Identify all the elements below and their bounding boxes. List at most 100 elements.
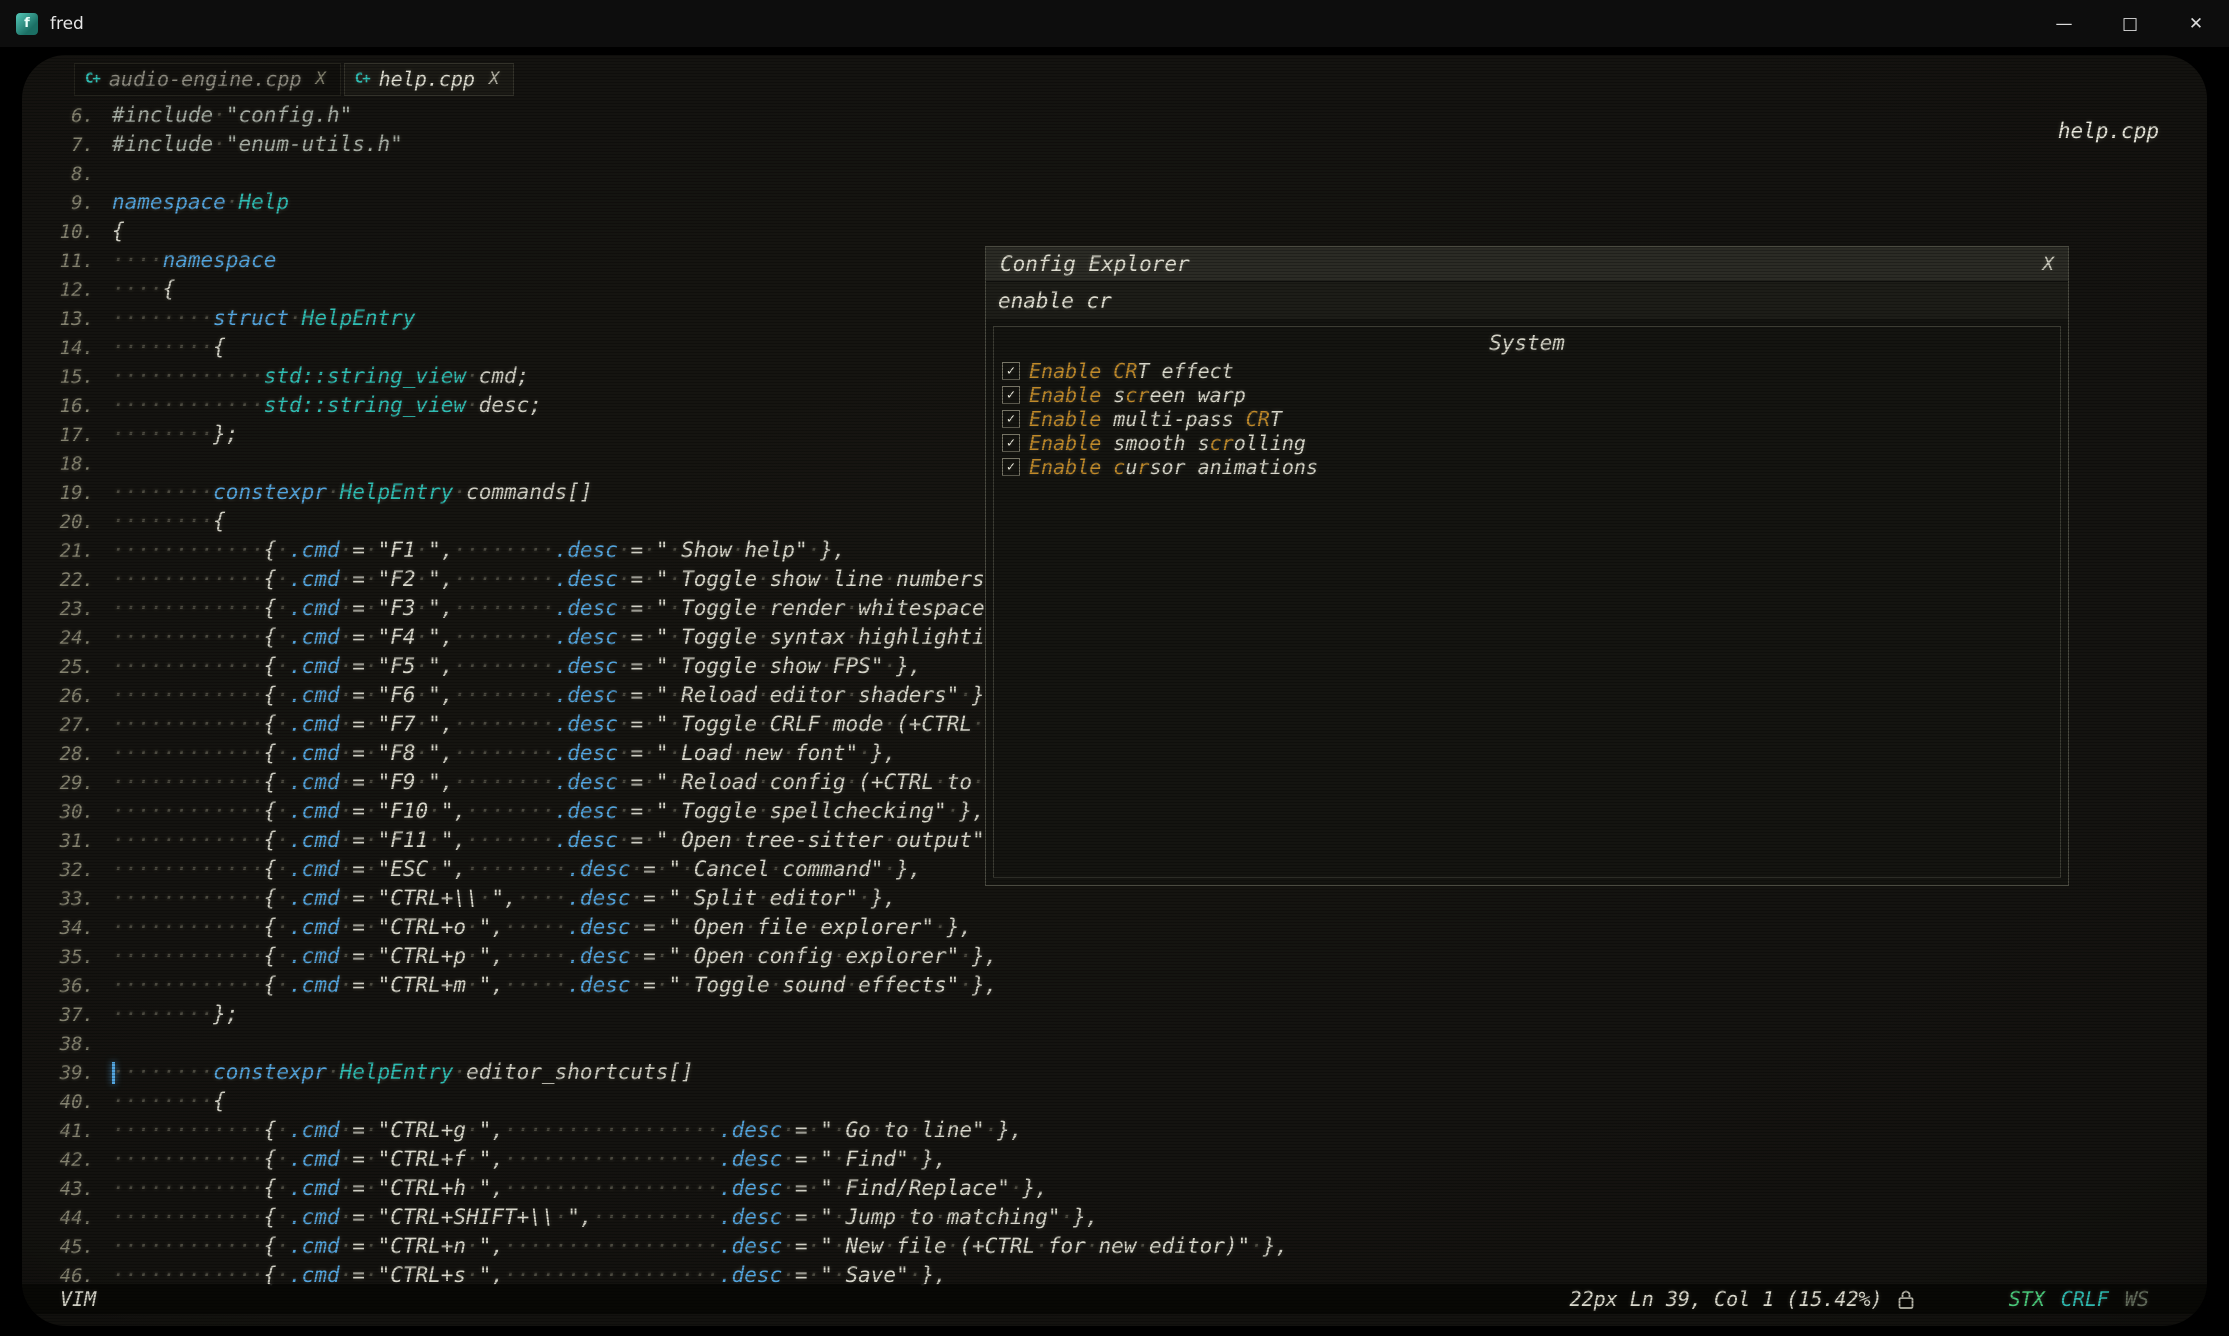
- config-item[interactable]: ✓Enable CRT effect: [1002, 359, 2052, 383]
- whitespace-dots: ·: [276, 973, 289, 997]
- token-pl: =: [352, 567, 365, 591]
- whitespace-dots: ·: [643, 741, 656, 765]
- token-str: ": [479, 944, 492, 968]
- whitespace-dots: ·: [744, 944, 757, 968]
- whitespace-dots: ·: [643, 625, 656, 649]
- config-item[interactable]: ✓Enable smooth scrolling: [1002, 431, 2052, 455]
- whitespace-dots: ·: [276, 683, 289, 707]
- token-pl: =: [631, 712, 644, 736]
- config-search-input[interactable]: enable cr: [986, 281, 2068, 319]
- token-pl: {: [264, 770, 277, 794]
- code-line[interactable]: 36.············{·.cmd·=·"CTRL+m·",·····.…: [28, 971, 2207, 1000]
- token-pl: };: [213, 422, 238, 446]
- whitespace-dots: ········: [453, 625, 554, 649]
- tab-audio-engine.cpp[interactable]: C+audio-engine.cppX: [74, 63, 341, 96]
- tab-help.cpp[interactable]: C+help.cppX: [344, 63, 514, 96]
- maximize-button[interactable]: □: [2097, 0, 2163, 47]
- code-line[interactable]: 44.············{·.cmd·=·"CTRL+SHIFT+\\·"…: [28, 1203, 2207, 1232]
- token-str: for: [1048, 1234, 1086, 1258]
- code-line[interactable]: 34.············{·.cmd·=·"CTRL+o·",·····.…: [28, 913, 2207, 942]
- close-button[interactable]: ✕: [2163, 0, 2229, 47]
- code-line[interactable]: 38.: [28, 1029, 2207, 1058]
- code-line[interactable]: 39.········constexpr·HelpEntry·editor_sh…: [28, 1058, 2207, 1087]
- whitespace-dots: ·: [365, 799, 378, 823]
- token-str: ": [428, 538, 441, 562]
- checkbox-checked-icon[interactable]: ✓: [1002, 362, 1020, 380]
- code-line[interactable]: 7.#include·"enum-utils.h": [28, 130, 2207, 159]
- token-pl: {: [264, 828, 277, 852]
- whitespace-dots: ·: [466, 364, 479, 388]
- checkbox-checked-icon[interactable]: ✓: [1002, 410, 1020, 428]
- code-line[interactable]: 6.#include·"config.h": [28, 101, 2207, 130]
- token-pl: =: [631, 625, 644, 649]
- code-line[interactable]: 43.············{·.cmd·=·"CTRL+h·",······…: [28, 1174, 2207, 1203]
- match-text: Enable: [1029, 455, 1101, 479]
- whitespace-dots: ············: [112, 393, 264, 417]
- whitespace-dots: ·: [947, 799, 960, 823]
- whitespace-dots: ·: [770, 973, 783, 997]
- whitespace-dots: ·: [631, 857, 644, 881]
- line-number: 35.: [28, 943, 112, 972]
- code-line[interactable]: 40.········{: [28, 1087, 2207, 1116]
- line-text: ········struct·HelpEntry: [112, 306, 415, 330]
- token-str: "F2: [378, 567, 416, 591]
- code-line[interactable]: 8.: [28, 159, 2207, 188]
- whitespace-dots: ········: [453, 770, 554, 794]
- token-pl: =: [352, 1118, 365, 1142]
- tab-close-icon[interactable]: X: [316, 69, 326, 89]
- config-explorer-close-icon[interactable]: X: [2043, 253, 2054, 275]
- token-str: to: [883, 1118, 908, 1142]
- config-item[interactable]: ✓Enable screen warp: [1002, 383, 2052, 407]
- whitespace-dots: ·: [668, 683, 681, 707]
- token-pl: {: [264, 538, 277, 562]
- config-item[interactable]: ✓Enable cursor animations: [1002, 455, 2052, 479]
- lock-icon: [1897, 1289, 1915, 1310]
- token-str: "CTRL+p: [378, 944, 467, 968]
- code-line[interactable]: 37.········};: [28, 1000, 2207, 1029]
- token-mem: .desc: [555, 654, 618, 678]
- token-str: ": [441, 799, 454, 823]
- code-line[interactable]: 33.············{·.cmd·=·"CTRL+\\·",····.…: [28, 884, 2207, 913]
- config-explorer-titlebar: Config Explorer X: [986, 247, 2068, 281]
- token-pl: },: [997, 1118, 1022, 1142]
- tab-close-icon[interactable]: X: [489, 69, 499, 89]
- whitespace-dots: ·: [276, 654, 289, 678]
- checkbox-checked-icon[interactable]: ✓: [1002, 386, 1020, 404]
- whitespace-dots: ·: [643, 770, 656, 794]
- checkbox-checked-icon[interactable]: ✓: [1002, 458, 1020, 476]
- plain-text: olling: [1234, 431, 1306, 455]
- whitespace-dots: ·: [327, 480, 340, 504]
- token-str: FPS": [833, 654, 884, 678]
- line-number: 22.: [28, 566, 112, 595]
- config-item[interactable]: ✓Enable multi-pass CRT: [1002, 407, 2052, 431]
- whitespace-dots: ·: [757, 886, 770, 910]
- whitespace-dots: ········: [112, 480, 213, 504]
- whitespace-dots: ·: [365, 886, 378, 910]
- whitespace-dots: ·: [466, 1118, 479, 1142]
- whitespace-dots: ············: [112, 683, 264, 707]
- minimize-button[interactable]: —: [2031, 0, 2097, 47]
- token-mem: .desc: [555, 596, 618, 620]
- code-line[interactable]: 45.············{·.cmd·=·"CTRL+n·",······…: [28, 1232, 2207, 1261]
- token-str: help": [744, 538, 807, 562]
- code-line[interactable]: 35.············{·.cmd·=·"CTRL+p·",·····.…: [28, 942, 2207, 971]
- whitespace-dots: ·: [770, 857, 783, 881]
- line-text: ············{·.cmd·=·"CTRL+\\·",····.des…: [112, 886, 896, 910]
- code-line[interactable]: 41.············{·.cmd·=·"CTRL+g·",······…: [28, 1116, 2207, 1145]
- code-line[interactable]: 10.{: [28, 217, 2207, 246]
- token-mem: .desc: [555, 712, 618, 736]
- token-pl: ,: [491, 1234, 504, 1258]
- whitespace-dots: ·: [276, 828, 289, 852]
- token-str: "CTRL+o: [378, 915, 467, 939]
- whitespace-dots: ·: [276, 625, 289, 649]
- checkbox-checked-icon[interactable]: ✓: [1002, 434, 1020, 452]
- line-number: 7.: [28, 131, 112, 160]
- line-number: 8.: [28, 160, 112, 189]
- whitespace-dots: ·: [276, 799, 289, 823]
- token-mem: .cmd: [289, 799, 340, 823]
- token-str: ": [656, 538, 669, 562]
- code-line[interactable]: 42.············{·.cmd·=·"CTRL+f·",······…: [28, 1145, 2207, 1174]
- code-line[interactable]: 9.namespace·Help: [28, 188, 2207, 217]
- token-str: to: [909, 1205, 934, 1229]
- token-pl: ,: [441, 654, 454, 678]
